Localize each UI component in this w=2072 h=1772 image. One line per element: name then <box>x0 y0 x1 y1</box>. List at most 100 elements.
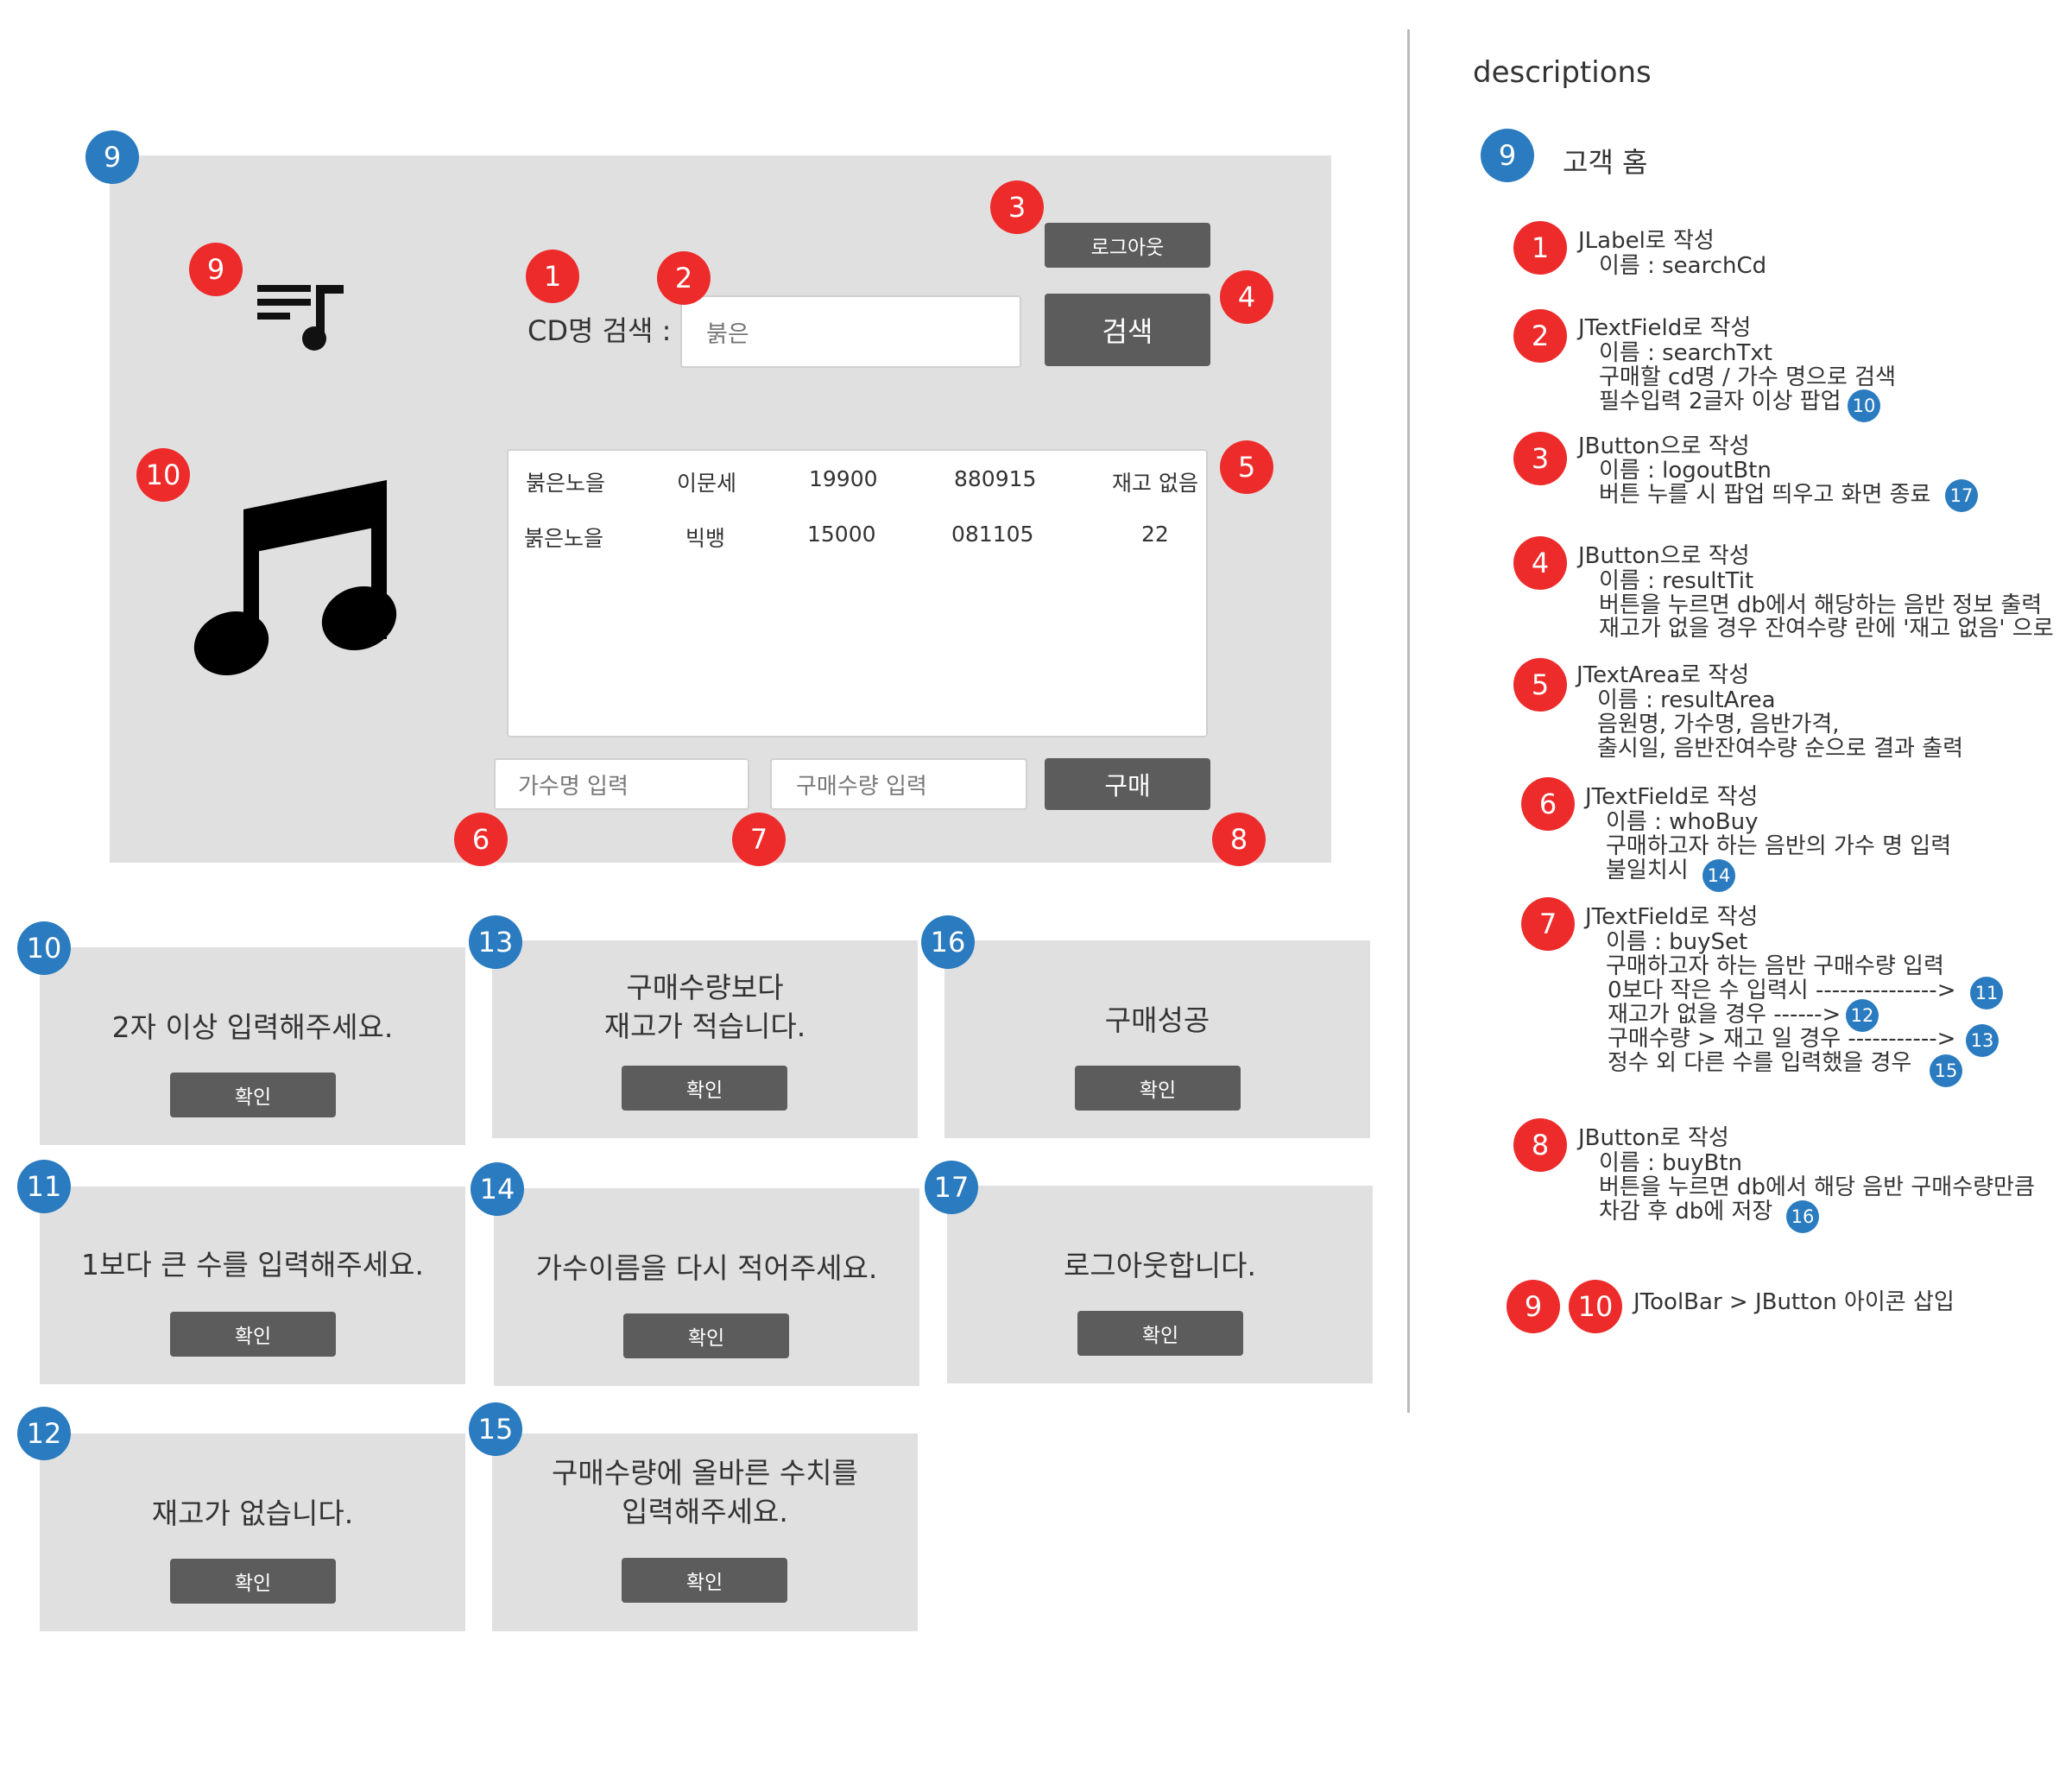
dialog-message: 가수이름을 다시 적어주세요. <box>535 1251 878 1285</box>
desc-text: 버튼을 누르면 db에서 해당하는 음반 정보 출력 <box>1599 592 2043 618</box>
desc-ref-marker: 17 <box>1945 479 1978 512</box>
desc-text: 구매수량 > 재고 일 경우 -----------> <box>1608 1026 1956 1052</box>
desc-text: 이름 : resultArea <box>1597 687 1776 713</box>
dialog-message: 구매수량보다 <box>626 971 784 1004</box>
desc-marker-7: 7 <box>1521 897 1575 951</box>
dialog-11: 1보다 큰 수를 입력해주세요. 확인 <box>40 1187 465 1384</box>
dialog-message-line2: 입력해주세요. <box>622 1495 788 1528</box>
desc-text: 이름 : searchCd <box>1599 253 1767 279</box>
desc-marker-3: 3 <box>1513 432 1567 485</box>
desc-home-title: 고객 홈 <box>1563 146 1648 179</box>
result-cell: 880915 <box>954 466 1037 491</box>
desc-ref-marker: 16 <box>1786 1200 1819 1233</box>
desc-text: JTextField로 작성 <box>1585 784 1759 810</box>
ok-button[interactable]: 확인 <box>1077 1311 1243 1356</box>
dialog-message: 재고가 없습니다. <box>151 1497 354 1530</box>
desc-marker-6: 6 <box>1521 777 1575 831</box>
dialog-13: 구매수량보다 재고가 적습니다. 확인 <box>492 940 918 1138</box>
playlist-music-icon[interactable] <box>256 282 349 352</box>
logout-button[interactable]: 로그아웃 <box>1045 223 1210 268</box>
dialog-17: 로그아웃합니다. 확인 <box>947 1186 1373 1383</box>
desc-text: JTextArea로 작성 <box>1576 662 1750 688</box>
result-cell: 이문세 <box>677 471 737 496</box>
dialog-message-line2: 재고가 적습니다. <box>603 1009 806 1043</box>
dialog-marker-15: 15 <box>469 1402 522 1456</box>
result-cell: 19900 <box>809 466 878 491</box>
ok-button[interactable]: 확인 <box>622 1558 787 1603</box>
dialog-message: 로그아웃합니다. <box>1063 1249 1256 1282</box>
ok-button[interactable]: 확인 <box>623 1313 789 1358</box>
desc-text: 이름 : buyBtn <box>1599 1150 1743 1176</box>
dialog-12: 재고가 없습니다. 확인 <box>40 1433 465 1631</box>
dialog-15: 구매수량에 올바른 수치를 입력해주세요. 확인 <box>492 1433 918 1631</box>
desc-text: 이름 : whoBuy <box>1606 809 1759 835</box>
desc-marker-10: 10 <box>1569 1280 1622 1333</box>
result-area[interactable]: 붉은노을 이문세 19900 880915 재고 없음 붉은노을 빅뱅 1500… <box>507 449 1208 737</box>
desc-text: 재고가 없을 경우 잔여수량 란에 '재고 없음' 으로 <box>1599 616 2054 642</box>
search-input[interactable]: 붉은 <box>680 295 1021 368</box>
desc-ref-marker: 12 <box>1846 999 1879 1032</box>
desc-text: 0보다 작은 수 입력시 ---------------> <box>1608 978 1956 1003</box>
quantity-input[interactable]: 구매수량 입력 <box>770 758 1027 810</box>
result-cell: 15000 <box>807 522 876 547</box>
desc-marker-8: 8 <box>1513 1118 1567 1172</box>
result-cell: 081105 <box>951 522 1034 547</box>
ok-button[interactable]: 확인 <box>622 1066 787 1111</box>
desc-ref-marker: 11 <box>1970 977 2003 1009</box>
desc-text: 출시일, 음반잔여수량 순으로 결과 출력 <box>1597 736 1964 762</box>
desc-text: 이름 : logoutBtn <box>1599 458 1772 484</box>
desc-text: 정수 외 다른 수를 입력했을 경우 <box>1608 1050 1912 1076</box>
desc-ref-marker: 15 <box>1930 1054 1962 1087</box>
marker-4: 4 <box>1220 270 1273 324</box>
dialog-marker-14: 14 <box>471 1162 524 1216</box>
buy-button[interactable]: 구매 <box>1045 758 1210 810</box>
marker-6: 6 <box>454 813 508 866</box>
desc-marker-5: 5 <box>1513 658 1567 712</box>
dialog-message: 구매성공 <box>1104 1003 1210 1037</box>
desc-text: 구매하고자 하는 음반의 가수 명 입력 <box>1606 833 1952 859</box>
marker-9: 9 <box>189 243 243 296</box>
desc-text: JTextField로 작성 <box>1585 904 1759 930</box>
descriptions-heading: descriptions <box>1473 55 1652 90</box>
desc-marker-2: 2 <box>1513 309 1567 363</box>
result-cell: 붉은노을 <box>524 526 604 551</box>
dialog-marker-17: 17 <box>925 1161 978 1214</box>
desc-ref-marker: 10 <box>1848 389 1880 422</box>
ok-button[interactable]: 확인 <box>170 1073 336 1117</box>
dialog-marker-11: 11 <box>17 1160 71 1213</box>
search-label: CD명 검색 : <box>527 314 672 347</box>
marker-1: 1 <box>526 250 579 303</box>
desc-text: 버튼을 누르면 db에서 해당 음반 구매수량만큼 <box>1599 1174 2035 1200</box>
ok-button[interactable]: 확인 <box>1075 1066 1241 1111</box>
ok-button[interactable]: 확인 <box>170 1312 336 1357</box>
desc-marker-4: 4 <box>1513 536 1567 590</box>
singer-input[interactable]: 가수명 입력 <box>494 758 749 810</box>
marker-2: 2 <box>657 251 711 305</box>
ok-button[interactable]: 확인 <box>170 1559 336 1604</box>
divider <box>1407 29 1410 1413</box>
desc-ref-marker: 14 <box>1702 859 1735 892</box>
marker-5: 5 <box>1220 440 1273 494</box>
desc-text: JButton로 작성 <box>1578 1125 1729 1151</box>
dialog-16: 구매성공 확인 <box>944 940 1370 1138</box>
desc-text: JTextField로 작성 <box>1578 315 1752 341</box>
desc-text: 차감 후 db에 저장 <box>1599 1199 1773 1225</box>
result-cell: 붉은노을 <box>526 471 606 496</box>
result-cell: 22 <box>1141 522 1169 547</box>
marker-window: 9 <box>85 130 139 184</box>
desc-text: 구매할 cd명 / 가수 명으로 검색 <box>1599 364 1897 390</box>
desc-text: JButton으로 작성 <box>1578 543 1750 569</box>
music-note-icon[interactable] <box>190 458 397 682</box>
desc-text: 이름 : resultTit <box>1599 568 1754 594</box>
desc-text: JButton으로 작성 <box>1578 434 1750 459</box>
dialog-message: 구매수량에 올바른 수치를 <box>552 1456 858 1490</box>
dialog-marker-13: 13 <box>469 915 522 969</box>
desc-text: 구매하고자 하는 음반 구매수량 입력 <box>1606 953 1944 979</box>
dialog-marker-12: 12 <box>17 1407 71 1460</box>
dialog-message: 2자 이상 입력해주세요. <box>111 1010 394 1044</box>
desc-text: 필수입력 2글자 이상 팝업 <box>1599 389 1841 415</box>
marker-7: 7 <box>732 813 786 866</box>
search-button[interactable]: 검색 <box>1045 294 1210 366</box>
result-cell: 빅뱅 <box>685 526 726 551</box>
dialog-message: 1보다 큰 수를 입력해주세요. <box>81 1248 424 1282</box>
